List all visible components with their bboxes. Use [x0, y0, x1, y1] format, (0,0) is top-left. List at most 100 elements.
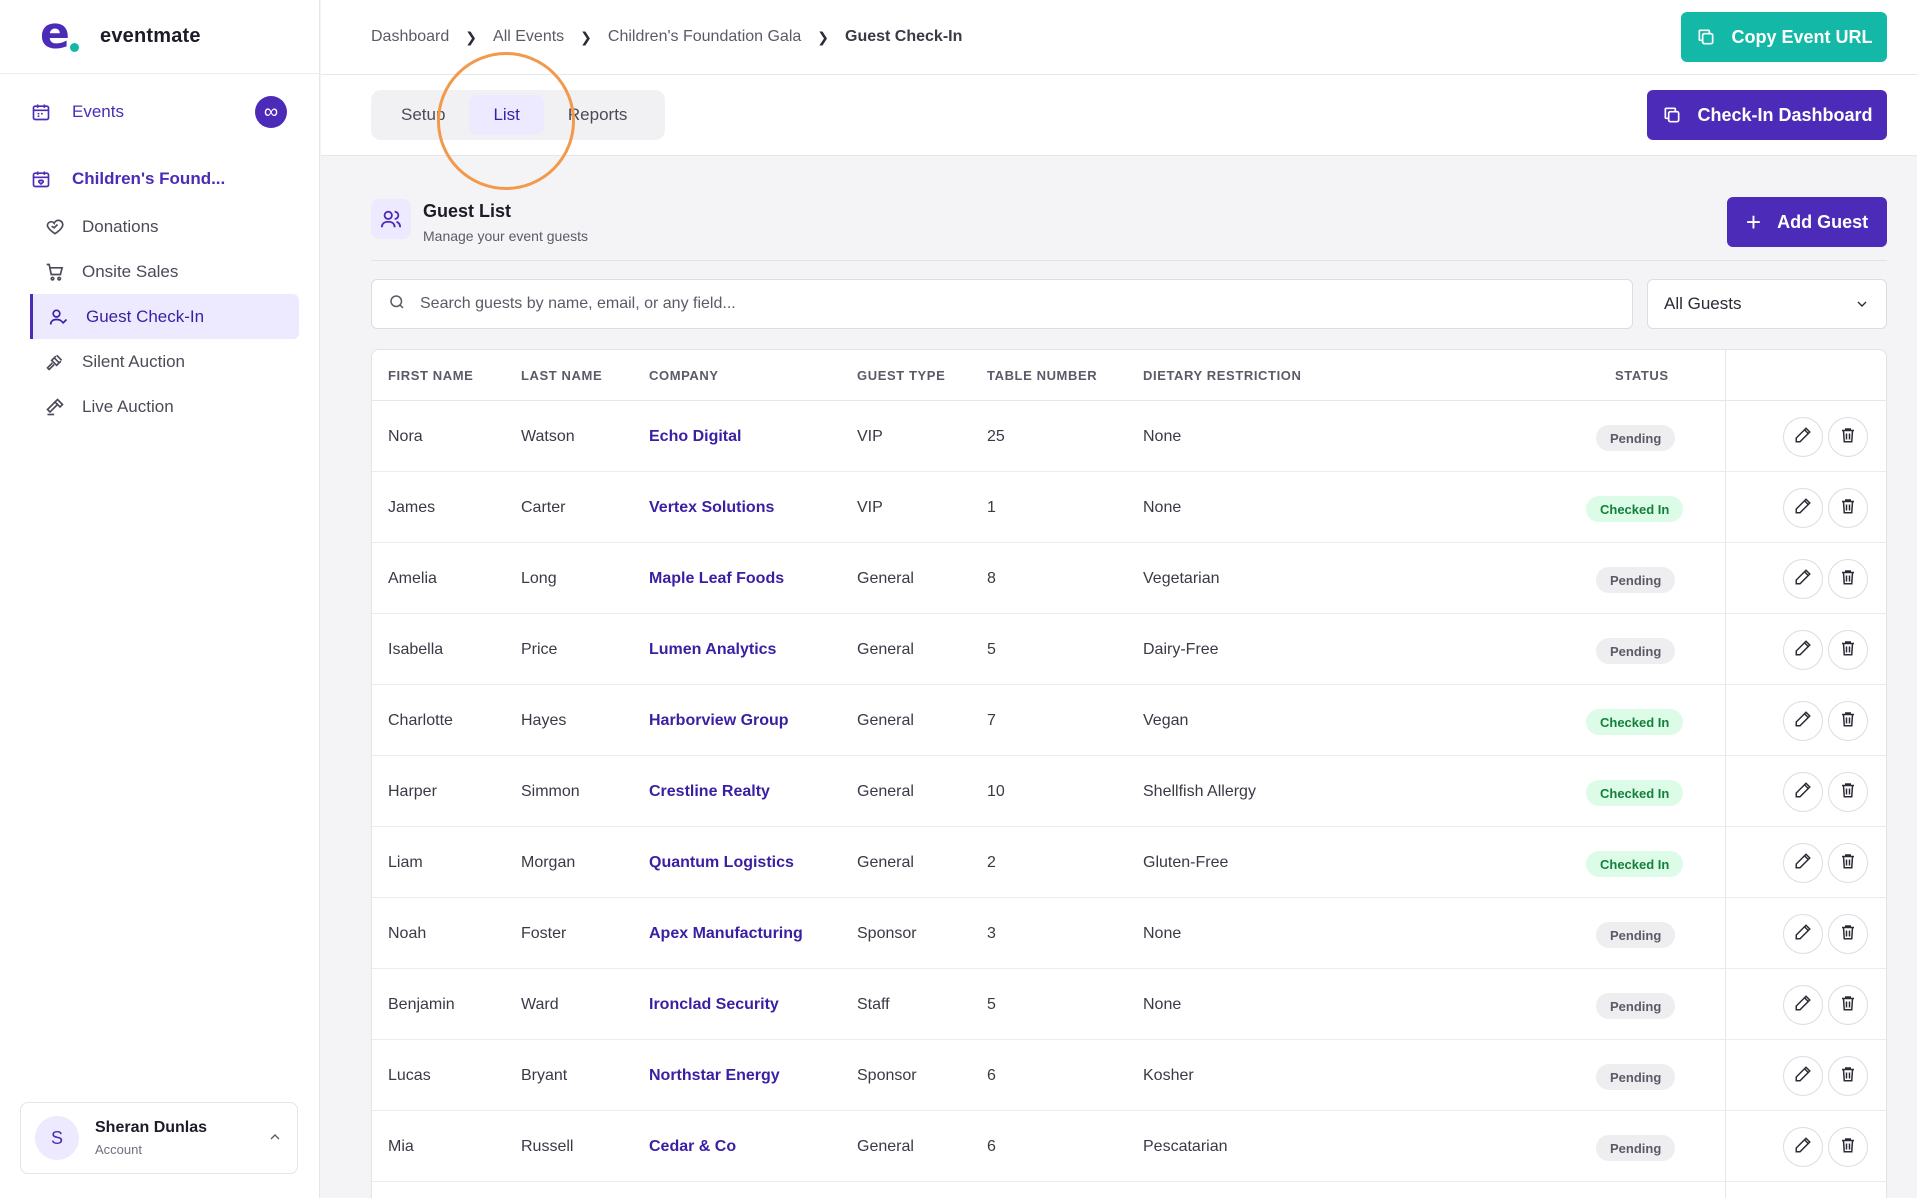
plus-icon: + — [1745, 207, 1762, 237]
status-badge: Pending — [1596, 638, 1676, 664]
table-number-cell: 2 — [987, 854, 996, 871]
delete-guest-button[interactable] — [1828, 843, 1868, 883]
table-row[interactable]: Benjamin Ward Ironclad Security Staff 5 None P… — [372, 969, 1886, 1040]
table-row[interactable]: Lucas Bryant Northstar Energy Sponsor 6 Koshe… — [372, 1040, 1886, 1111]
delete-guest-button[interactable] — [1828, 559, 1868, 599]
delete-guest-button[interactable] — [1828, 914, 1868, 954]
check-in-dashboard-button[interactable]: Check-In Dashboard — [1647, 90, 1887, 140]
table-body: Nora Watson Echo Digital VIP 25 None Pending Ja… — [372, 401, 1886, 1182]
pencil-icon — [1794, 710, 1812, 733]
breadcrumb-event[interactable]: Children's Foundation Gala — [608, 28, 801, 46]
table-number-cell: 5 — [987, 996, 996, 1013]
edit-guest-button[interactable] — [1783, 914, 1823, 954]
company-link[interactable]: Apex Manufacturing — [649, 925, 803, 943]
edit-guest-button[interactable] — [1783, 843, 1823, 883]
sidebar-item-events[interactable]: Events ∞ — [30, 92, 287, 132]
company-link[interactable]: Maple Leaf Foods — [649, 570, 784, 588]
tab-setup[interactable]: Setup — [377, 95, 469, 135]
edit-guest-button[interactable] — [1783, 772, 1823, 812]
company-link[interactable]: Cedar & Co — [649, 1138, 736, 1156]
guest-type-cell: VIP — [857, 428, 883, 445]
last-name-cell: Price — [521, 641, 558, 658]
delete-guest-button[interactable] — [1828, 772, 1868, 812]
table-row[interactable]: Charlotte Hayes Harborview Group General 7 Ve… — [372, 685, 1886, 756]
table-row[interactable]: Nora Watson Echo Digital VIP 25 None Pending — [372, 401, 1886, 472]
pencil-icon — [1794, 497, 1812, 520]
last-name-cell: Simmon — [521, 783, 580, 800]
calendar-icon — [30, 101, 52, 123]
company-link[interactable]: Vertex Solutions — [649, 499, 774, 517]
delete-guest-button[interactable] — [1828, 1127, 1868, 1167]
tab-list[interactable]: List — [469, 95, 544, 135]
delete-guest-button[interactable] — [1828, 985, 1868, 1025]
status-badge: Pending — [1596, 425, 1676, 451]
column-header[interactable]: TABLE NUMBER — [987, 368, 1097, 383]
table-row[interactable]: James Carter Vertex Solutions VIP 1 None Check… — [372, 472, 1886, 543]
dietary-cell: None — [1143, 499, 1182, 516]
page-subtitle: Manage your event guests — [423, 228, 588, 244]
edit-guest-button[interactable] — [1783, 559, 1823, 599]
status-badge: Pending — [1596, 993, 1676, 1019]
edit-guest-button[interactable] — [1783, 630, 1823, 670]
edit-guest-button[interactable] — [1783, 1056, 1823, 1096]
table-row[interactable]: Harper Simmon Crestline Realty General 10 She… — [372, 756, 1886, 827]
delete-guest-button[interactable] — [1828, 488, 1868, 528]
company-link[interactable]: Crestline Realty — [649, 783, 770, 801]
dietary-cell: Kosher — [1143, 1067, 1194, 1084]
account-menu[interactable]: S Sheran Dunlas Account — [20, 1102, 298, 1174]
sidebar-item-onsite-sales[interactable]: Onsite Sales — [30, 249, 299, 294]
column-header[interactable]: STATUS — [1615, 368, 1669, 383]
table-row[interactable]: Mia Russell Cedar & Co General 6 Pescatarian P… — [372, 1111, 1886, 1182]
sidebar-item-live-auction[interactable]: Live Auction — [30, 384, 299, 429]
edit-guest-button[interactable] — [1783, 1127, 1823, 1167]
delete-guest-button[interactable] — [1828, 1056, 1868, 1096]
infinity-badge[interactable]: ∞ — [255, 96, 287, 128]
add-guest-button[interactable]: + Add Guest — [1727, 197, 1887, 247]
column-header[interactable]: LAST NAME — [521, 368, 602, 383]
company-link[interactable]: Northstar Energy — [649, 1067, 780, 1085]
table-row[interactable]: Amelia Long Maple Leaf Foods General 8 Vegeta… — [372, 543, 1886, 614]
copy-event-url-button[interactable]: Copy Event URL — [1681, 12, 1887, 62]
edit-guest-button[interactable] — [1783, 701, 1823, 741]
sidebar-item-silent-auction[interactable]: Silent Auction — [30, 339, 299, 384]
first-name-cell: Mia — [388, 1138, 414, 1155]
edit-guest-button[interactable] — [1783, 417, 1823, 457]
guest-filter-select[interactable]: All Guests — [1647, 279, 1887, 329]
table-row[interactable]: Isabella Price Lumen Analytics General 5 Dair… — [372, 614, 1886, 685]
last-name-cell: Watson — [521, 428, 575, 445]
table-row[interactable]: Liam Morgan Quantum Logistics General 2 Glute… — [372, 827, 1886, 898]
first-name-cell: Noah — [388, 925, 427, 942]
table-row[interactable]: Noah Foster Apex Manufacturing Sponsor 3 None… — [372, 898, 1886, 969]
guest-list-header: Guest List Manage your event guests + Ad… — [371, 197, 1887, 261]
search-input[interactable] — [420, 295, 1520, 313]
company-link[interactable]: Harborview Group — [649, 712, 789, 730]
dietary-cell: Vegetarian — [1143, 570, 1220, 587]
company-link[interactable]: Lumen Analytics — [649, 641, 776, 659]
delete-guest-button[interactable] — [1828, 630, 1868, 670]
guest-type-cell: General — [857, 712, 914, 729]
column-header[interactable]: FIRST NAME — [388, 368, 473, 383]
delete-guest-button[interactable] — [1828, 701, 1868, 741]
sidebar-item-donations[interactable]: Donations — [30, 204, 299, 249]
breadcrumb-all-events[interactable]: All Events — [493, 28, 564, 46]
company-link[interactable]: Echo Digital — [649, 428, 741, 446]
delete-guest-button[interactable] — [1828, 417, 1868, 457]
sidebar-item-guest-check-in[interactable]: Guest Check-In — [30, 294, 299, 339]
edit-guest-button[interactable] — [1783, 488, 1823, 528]
tab-reports[interactable]: Reports — [544, 95, 652, 135]
column-header[interactable]: DIETARY RESTRICTION — [1143, 368, 1302, 383]
company-link[interactable]: Quantum Logistics — [649, 854, 794, 872]
breadcrumb-dashboard[interactable]: Dashboard — [371, 28, 449, 46]
status-badge: Checked In — [1586, 709, 1684, 735]
dietary-cell: Vegan — [1143, 712, 1189, 729]
pencil-icon — [1794, 852, 1812, 875]
chevron-right-icon: ❯ — [817, 28, 830, 45]
chevron-right-icon: ❯ — [580, 28, 592, 45]
sidebar-current-event[interactable]: Children's Found... — [30, 160, 289, 198]
shopping-cart-icon — [44, 261, 66, 283]
logo[interactable]: e eventmate — [0, 0, 319, 74]
edit-guest-button[interactable] — [1783, 985, 1823, 1025]
company-link[interactable]: Ironclad Security — [649, 996, 779, 1014]
column-header[interactable]: GUEST TYPE — [857, 368, 945, 383]
column-header[interactable]: COMPANY — [649, 368, 719, 383]
